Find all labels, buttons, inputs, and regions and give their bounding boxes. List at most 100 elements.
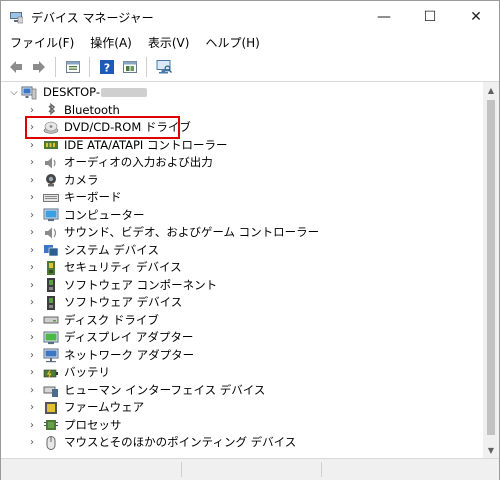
tree-item-label: サウンド、ビデオ、およびゲーム コントローラー [64, 225, 320, 239]
expand-chevron-right-icon[interactable]: › [27, 189, 37, 206]
back-button[interactable] [5, 56, 27, 78]
display-adapter-icon [43, 331, 59, 344]
forward-icon [33, 61, 45, 73]
expand-chevron-right-icon[interactable]: › [27, 172, 37, 189]
minimize-icon: — [377, 9, 391, 25]
tree-item[interactable]: › オーディオの入力および出力 [1, 154, 481, 171]
close-icon: ✕ [470, 9, 482, 25]
mouse-icon [46, 435, 56, 450]
tree-item-label: IDE ATA/ATAPI コントローラー [64, 137, 228, 152]
expand-chevron-right-icon[interactable]: › [27, 154, 37, 171]
tree-item[interactable]: › キーボード [1, 189, 481, 206]
camera-icon [46, 174, 56, 187]
processor-icon [44, 420, 58, 430]
vertical-scrollbar[interactable]: ▲ ▼ [483, 82, 499, 458]
tree-item-label: ヒューマン インターフェイス デバイス [64, 382, 266, 397]
computer-icon [43, 208, 59, 222]
expand-chevron-down-icon[interactable]: ⌵ [9, 84, 19, 101]
expand-chevron-right-icon[interactable]: › [27, 417, 37, 434]
expand-chevron-right-icon[interactable]: › [27, 434, 37, 451]
expand-chevron-right-icon[interactable]: › [27, 347, 37, 364]
tree-item-label: ディスク ドライブ [64, 312, 159, 327]
tree-root[interactable]: ⌵ DESKTOP- [1, 84, 481, 101]
update-driver-button[interactable] [119, 56, 141, 78]
tree-item-label: カメラ [64, 172, 99, 187]
tree-item[interactable]: › ディスク ドライブ [1, 312, 481, 329]
menu-action[interactable]: 操作(A) [82, 33, 140, 53]
expand-chevron-right-icon[interactable]: › [27, 277, 37, 294]
toolbar-separator [89, 57, 90, 77]
maximize-icon: ☐ [423, 9, 437, 25]
tree-item[interactable]: › プロセッサ [1, 417, 481, 434]
tree-item[interactable]: › ファームウェア [1, 399, 481, 416]
tree-item[interactable]: › IDE ATA/ATAPI コントローラー [1, 137, 481, 154]
tree-item[interactable]: › ネットワーク アダプター [1, 347, 481, 364]
audio-icon [45, 157, 56, 168]
tree-item-label: ファームウェア [64, 400, 145, 414]
software-component-icon [47, 278, 55, 292]
device-manager-app-icon [10, 12, 23, 24]
window-title: デバイス マネージャー [31, 11, 154, 25]
tree-item-label: バッテリ [64, 365, 110, 379]
status-divider [181, 462, 182, 477]
expand-chevron-right-icon[interactable]: › [27, 294, 37, 311]
status-divider [321, 462, 322, 477]
expand-chevron-right-icon[interactable]: › [27, 312, 37, 329]
menu-bar: ファイル(F) 操作(A) 表示(V) ヘルプ(H) [1, 33, 499, 53]
tree-item[interactable]: › ヒューマン インターフェイス デバイス [1, 382, 481, 399]
computer-name-label: DESKTOP- [43, 84, 147, 101]
menu-file[interactable]: ファイル(F) [1, 33, 82, 53]
expand-chevron-right-icon[interactable]: › [27, 207, 37, 224]
expand-chevron-right-icon[interactable]: › [27, 329, 37, 346]
tree-item[interactable]: › ソフトウェア コンポーネント [1, 277, 481, 294]
battery-icon [43, 369, 58, 377]
scroll-up-arrow-icon[interactable]: ▲ [483, 82, 499, 98]
tree-item[interactable]: › システム デバイス [1, 242, 481, 259]
tree-item[interactable]: › セキュリティ デバイス [1, 259, 481, 276]
help-button[interactable]: ? [96, 56, 118, 78]
properties-icon [66, 61, 80, 73]
tree-item-label: ソフトウェア コンポーネント [64, 277, 218, 292]
network-adapter-icon [43, 348, 59, 363]
desktop-computer-icon [21, 86, 37, 99]
toolbar-separator [146, 57, 147, 77]
menu-help[interactable]: ヘルプ(H) [197, 33, 267, 53]
software-device-icon [47, 295, 55, 310]
disk-drive-icon [43, 316, 59, 324]
menu-view[interactable]: 表示(V) [140, 33, 198, 53]
ide-controller-icon [44, 141, 58, 149]
status-bar [1, 458, 499, 480]
security-device-icon [47, 260, 55, 275]
properties-button[interactable] [62, 56, 84, 78]
tree-item[interactable]: › コンピューター [1, 207, 481, 224]
expand-chevron-right-icon[interactable]: › [27, 364, 37, 381]
highlight-box [25, 116, 180, 139]
title-bar[interactable]: デバイス マネージャー — ☐ ✕ [1, 1, 499, 33]
scroll-down-arrow-icon[interactable]: ▼ [483, 442, 499, 458]
expand-chevron-right-icon[interactable]: › [27, 382, 37, 399]
tree-item[interactable]: › バッテリ [1, 364, 481, 381]
maximize-button[interactable]: ☐ [407, 1, 453, 33]
expand-chevron-right-icon[interactable]: › [27, 224, 37, 241]
tree-item[interactable]: › サウンド、ビデオ、およびゲーム コントローラー [1, 224, 481, 241]
keyboard-icon [43, 193, 59, 202]
tree-item[interactable]: › カメラ [1, 172, 481, 189]
tree-item-label: セキュリティ デバイス [64, 260, 182, 274]
sound-icon [45, 227, 57, 238]
forward-button[interactable] [28, 56, 50, 78]
expand-chevron-right-icon[interactable]: › [27, 399, 37, 416]
svg-text:?: ? [104, 62, 110, 75]
tree-item[interactable]: › マウスとそのほかのポインティング デバイス [1, 434, 481, 451]
expand-chevron-right-icon[interactable]: › [27, 259, 37, 276]
toolbar: ? [1, 53, 499, 82]
tree-item[interactable]: › ディスプレイ アダプター [1, 329, 481, 346]
firmware-icon [45, 401, 57, 414]
close-button[interactable]: ✕ [453, 1, 499, 33]
scan-hardware-button[interactable] [153, 56, 175, 78]
minimize-button[interactable]: — [361, 1, 407, 33]
scrollbar-thumb[interactable] [487, 100, 495, 435]
expand-chevron-right-icon[interactable]: › [27, 137, 37, 154]
expand-chevron-right-icon[interactable]: › [27, 242, 37, 259]
tree-item[interactable]: › ソフトウェア デバイス [1, 294, 481, 311]
scan-hardware-icon [156, 60, 172, 74]
